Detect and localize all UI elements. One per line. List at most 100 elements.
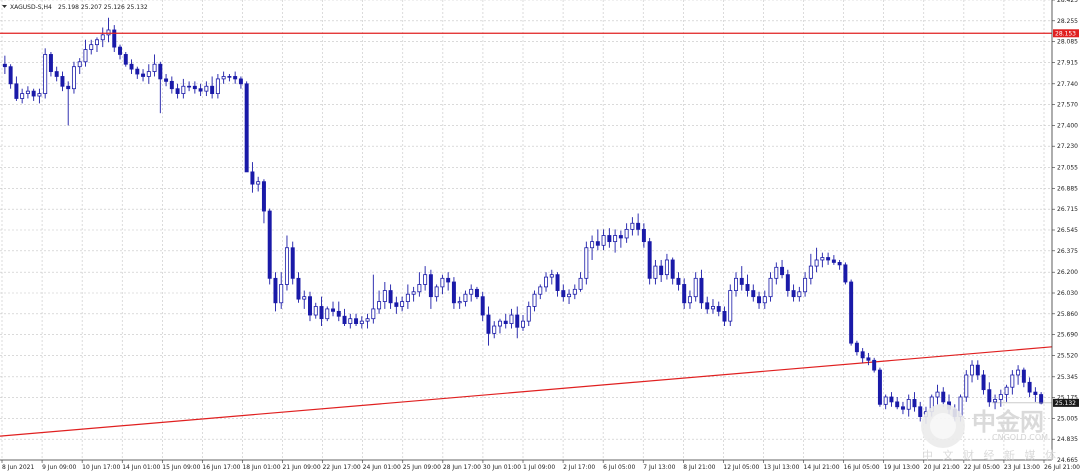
- x-tick-label: 19 Jul 13:00: [884, 464, 920, 471]
- candle-body-down: [877, 369, 882, 405]
- x-tick-label: 26 Jul 21:00: [1044, 464, 1080, 471]
- candle-body-up: [284, 247, 289, 285]
- candle-body-up: [405, 293, 410, 302]
- candle-body-down: [123, 54, 128, 65]
- candle-body-up: [532, 293, 537, 307]
- candle-body-down: [837, 262, 842, 266]
- price-chart[interactable]: 28.15325.132 24.83525.00525.17525.34525.…: [0, 0, 1080, 473]
- candle-body-down: [900, 406, 905, 410]
- candle-body-up: [808, 265, 813, 279]
- candle-body-down: [164, 78, 169, 82]
- candle-body-up: [187, 85, 192, 88]
- candle-body-up: [325, 308, 330, 320]
- y-tick-label: 25.345: [1057, 374, 1078, 381]
- candle-body-up: [417, 284, 422, 293]
- candle-body-up: [601, 235, 606, 246]
- candle-body-up: [797, 291, 802, 298]
- candle-body-up: [359, 320, 364, 324]
- candle-body-up: [664, 259, 669, 276]
- candle-body-up: [469, 288, 474, 295]
- candle-body-down: [918, 406, 923, 417]
- x-tick-label: 13 Jul 13:00: [763, 464, 799, 471]
- candle-body-down: [641, 228, 646, 243]
- y-tick-label: 27.400: [1057, 122, 1078, 129]
- candle-body-down: [981, 374, 986, 391]
- candle-body-down: [388, 290, 393, 304]
- y-tick-label: 25.520: [1057, 352, 1078, 359]
- candle-body-up: [734, 277, 738, 291]
- candle-body-up: [221, 76, 226, 80]
- candle-body-up: [20, 93, 25, 99]
- y-tick-label: 28.255: [1057, 18, 1078, 25]
- candle-body-down: [192, 85, 197, 90]
- candle-body-down: [354, 318, 359, 324]
- candle-body-down: [342, 315, 347, 324]
- y-tick-label: 27.740: [1057, 81, 1078, 88]
- candle-body-up: [440, 277, 445, 288]
- candle-body-down: [647, 241, 652, 279]
- x-tick-label: 8 Jun 2021: [2, 464, 34, 471]
- candle-body-down: [296, 277, 301, 300]
- candle: [43, 48, 48, 99]
- candle-body-up: [1010, 374, 1015, 388]
- candle-body-down: [503, 320, 508, 324]
- candle-body-down: [555, 274, 560, 291]
- candle-body-down: [751, 290, 756, 298]
- candle-body-up: [964, 374, 969, 398]
- candle-body-down: [1039, 394, 1044, 404]
- candle-body-down: [682, 284, 687, 304]
- x-tick-label: 23 Jul 13:00: [1004, 464, 1040, 471]
- y-tick-label: 26.885: [1057, 185, 1078, 192]
- candle-body-up: [653, 265, 658, 279]
- candle-body-up: [181, 85, 186, 94]
- candle: [877, 367, 882, 407]
- candle-body-down: [480, 296, 485, 316]
- y-tick-label: 28.085: [1057, 39, 1078, 46]
- x-tick-label: 14 Jul 21:00: [804, 464, 840, 471]
- candle-body-up: [95, 39, 99, 46]
- candle: [290, 241, 295, 285]
- candle-body-up: [411, 291, 416, 295]
- candle: [123, 51, 128, 67]
- candle: [244, 81, 249, 173]
- x-tick-label: 24 Jun 01:00: [363, 464, 401, 471]
- candle-body-down: [866, 357, 871, 361]
- candle-body-up: [348, 318, 353, 324]
- candle: [71, 61, 76, 94]
- candle-body-down: [48, 54, 53, 72]
- candle-body-down: [854, 342, 859, 353]
- candle-body-down: [158, 63, 163, 80]
- candle-body-down: [451, 281, 456, 304]
- y-tick-label: 27.230: [1057, 143, 1078, 150]
- candle-body-down: [267, 210, 272, 279]
- candle-body-down: [474, 288, 479, 298]
- candle-body-down: [826, 257, 831, 261]
- candle-body-up: [728, 290, 733, 322]
- candle-body-down: [659, 265, 664, 276]
- candle-body-down: [705, 302, 710, 310]
- candle-body-down: [118, 46, 122, 55]
- candle-body-up: [457, 301, 462, 304]
- candle-body-down: [319, 306, 324, 320]
- candle-body-up: [463, 293, 468, 302]
- candle-body-down: [561, 290, 566, 298]
- candle-body-up: [43, 54, 48, 94]
- y-tick-label: 25.175: [1057, 395, 1078, 402]
- candle-body-down: [129, 63, 134, 70]
- x-tick-label: 8 Jul 21:00: [683, 464, 715, 471]
- candle-body-up: [935, 391, 940, 398]
- candle-body-up: [567, 293, 572, 298]
- candle-body-down: [2, 63, 7, 68]
- candle-body-down: [791, 290, 796, 298]
- candle-body-down: [607, 235, 612, 243]
- candle-body-down: [261, 181, 266, 212]
- y-tick-label: 26.375: [1057, 248, 1078, 255]
- candle-body-up: [613, 235, 618, 243]
- candle-body-down: [112, 29, 117, 48]
- candle-body-down: [785, 274, 790, 291]
- candle-body-up: [970, 364, 975, 376]
- candle-body-up: [423, 274, 428, 285]
- candle-body-down: [273, 277, 278, 304]
- candle-body-down: [515, 314, 520, 328]
- candle-body-up: [152, 63, 157, 72]
